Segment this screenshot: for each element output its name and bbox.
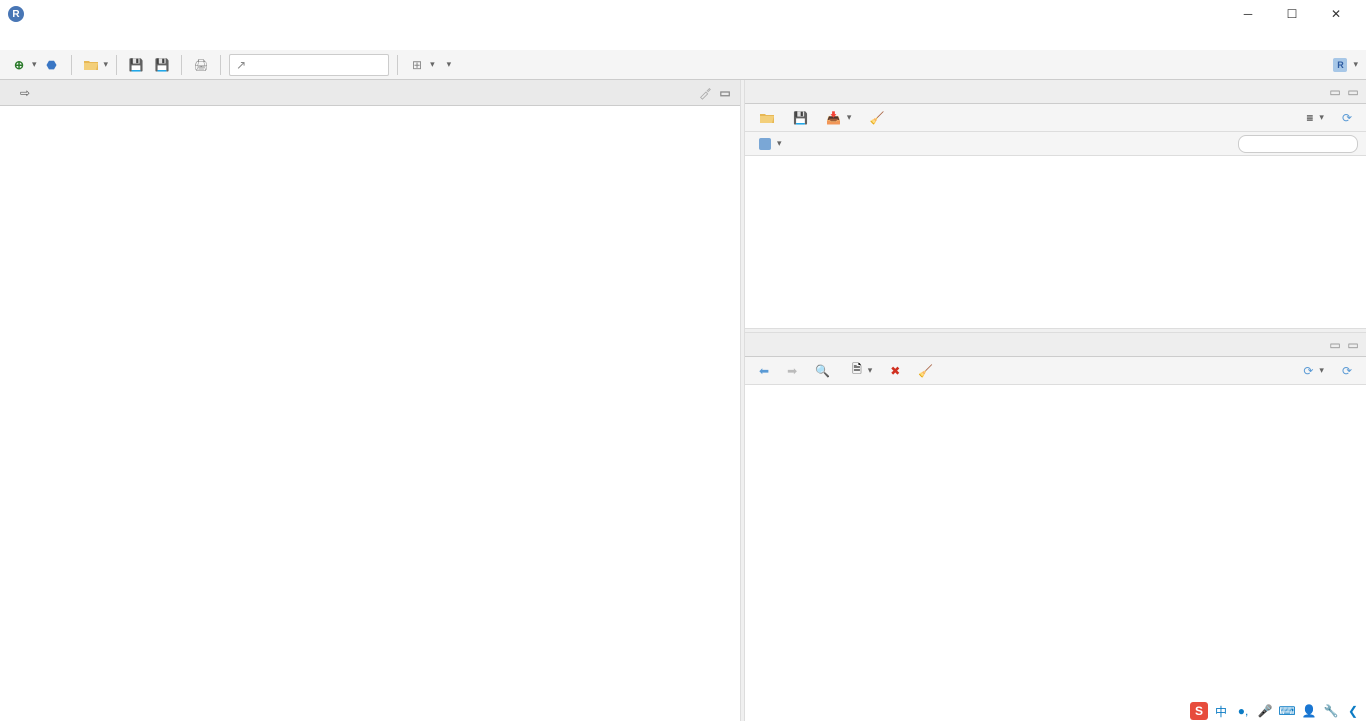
save-button[interactable]: 💾 xyxy=(125,54,147,76)
close-button[interactable]: ✕ xyxy=(1314,0,1358,28)
main-area: ⇨ ▭ ▭ ▭ xyxy=(0,80,1366,721)
maximize-pane-icon[interactable]: ▭ xyxy=(1346,338,1360,352)
window-controls: ─ ☐ ✕ xyxy=(1226,0,1358,28)
open-file-button[interactable] xyxy=(80,54,102,76)
print-button[interactable]: 🖨 xyxy=(190,54,212,76)
bar-chart xyxy=(757,393,1354,717)
env-tabs: ▭ ▭ xyxy=(745,80,1366,104)
zoom-button[interactable]: 🔍 xyxy=(809,361,840,381)
save-all-button[interactable]: 💾 xyxy=(151,54,173,76)
console-output[interactable] xyxy=(0,106,740,721)
minimize-button[interactable]: ─ xyxy=(1226,0,1270,28)
publish-button[interactable]: ⟳ ▾ xyxy=(1297,361,1330,381)
env-scope-toolbar: ▾ xyxy=(745,132,1366,156)
prev-plot-button[interactable]: ⬅ xyxy=(753,361,775,381)
tools-icon[interactable]: 🔧 xyxy=(1322,702,1340,720)
environment-pane: ▭ ▭ 💾 📥 ▾ 🧹 ≡ ▾ ⟳ xyxy=(745,80,1366,328)
new-project-button[interactable]: ⬣ xyxy=(41,54,63,76)
load-workspace-button[interactable] xyxy=(753,108,781,128)
keyboard-icon[interactable]: ⌨ xyxy=(1278,702,1296,720)
mic-icon[interactable]: 🎤 xyxy=(1256,702,1274,720)
plot-area xyxy=(745,385,1366,721)
maximize-pane-icon[interactable]: ▭ xyxy=(1346,85,1360,99)
plots-pane: ▭ ▭ ⬅ ➡ 🔍 🗎 ▾ ✖ 🧹 ⟳ ▾ ⟳ xyxy=(745,333,1366,721)
menubar xyxy=(0,28,1366,50)
dropdown-icon[interactable]: ▾ xyxy=(104,59,109,70)
refresh-button[interactable]: ⟳ xyxy=(1336,108,1358,128)
addins-button[interactable]: ▾ xyxy=(439,55,458,75)
clear-workspace-button[interactable]: 🧹 xyxy=(863,108,890,128)
project-icon: R xyxy=(1333,58,1347,72)
punct-icon[interactable]: ●, xyxy=(1234,702,1252,720)
save-workspace-button[interactable]: 💾 xyxy=(787,108,814,128)
refresh-plot-button[interactable]: ⟳ xyxy=(1336,361,1358,381)
rstudio-window: R ─ ☐ ✕ ⊕ ▾ ⬣ ▾ 💾 💾 🖨 ↗ ⊞ ▾ ▾ xyxy=(0,0,1366,721)
system-tray: S 中 ●, 🎤 ⌨ 👤 🔧 ❮ xyxy=(1190,701,1362,721)
user-icon[interactable]: 👤 xyxy=(1300,702,1318,720)
lang-icon[interactable]: 中 xyxy=(1212,702,1230,720)
goto-file-input[interactable]: ↗ xyxy=(229,54,389,76)
new-file-button[interactable]: ⊕ xyxy=(8,54,30,76)
view-mode-button[interactable]: ≡ ▾ xyxy=(1300,108,1330,128)
next-plot-button[interactable]: ➡ xyxy=(781,361,803,381)
rstudio-icon: R xyxy=(8,6,24,22)
import-dataset-button[interactable]: 📥 ▾ xyxy=(820,108,857,128)
main-toolbar: ⊕ ▾ ⬣ ▾ 💾 💾 🖨 ↗ ⊞ ▾ ▾ R ▾ xyxy=(0,50,1366,80)
remove-plot-button[interactable]: ✖ xyxy=(884,361,906,381)
ime-icon[interactable]: S xyxy=(1190,702,1208,720)
clear-plots-button[interactable]: 🧹 xyxy=(912,361,939,381)
env-table[interactable] xyxy=(745,156,1366,328)
export-button[interactable]: 🗎 ▾ xyxy=(846,361,878,381)
maximize-pane-icon[interactable]: ▭ xyxy=(718,86,732,100)
console-goto-icon[interactable]: ⇨ xyxy=(20,86,30,100)
plots-tabs: ▭ ▭ xyxy=(745,333,1366,357)
right-pane: ▭ ▭ 💾 📥 ▾ 🧹 ≡ ▾ ⟳ xyxy=(745,80,1366,721)
clear-console-icon[interactable] xyxy=(698,86,712,100)
maximize-button[interactable]: ☐ xyxy=(1270,0,1314,28)
scope-selector[interactable]: ▾ xyxy=(753,134,788,154)
console-header: ⇨ ▭ xyxy=(0,80,740,106)
console-pane: ⇨ ▭ xyxy=(0,80,740,721)
grid-button[interactable]: ⊞ xyxy=(406,54,428,76)
chevron-icon[interactable]: ❮ xyxy=(1344,702,1362,720)
plots-toolbar: ⬅ ➡ 🔍 🗎 ▾ ✖ 🧹 ⟳ ▾ ⟳ xyxy=(745,357,1366,385)
env-toolbar: 💾 📥 ▾ 🧹 ≡ ▾ ⟳ xyxy=(745,104,1366,132)
minimize-pane-icon[interactable]: ▭ xyxy=(1328,338,1342,352)
titlebar: R ─ ☐ ✕ xyxy=(0,0,1366,28)
dropdown-icon[interactable]: ▾ xyxy=(32,59,37,70)
minimize-pane-icon[interactable]: ▭ xyxy=(1328,85,1342,99)
env-search-input[interactable] xyxy=(1238,135,1358,153)
